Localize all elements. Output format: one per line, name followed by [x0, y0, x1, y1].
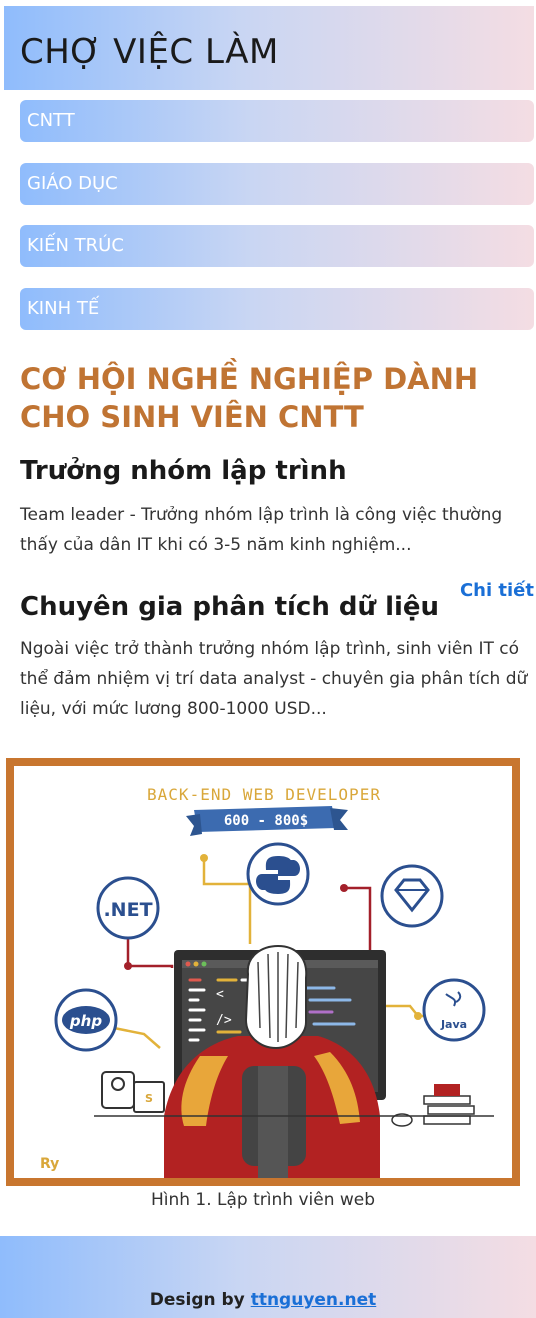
svg-text:<: < — [216, 987, 224, 1002]
nav-item-cntt[interactable]: CNTT — [20, 100, 534, 142]
figure-image: BACK-END WEB DEVELOPER 600 - 800$ .NET p… — [6, 758, 520, 1186]
nav-item-giao-duc[interactable]: GIÁO DỤC — [20, 163, 534, 205]
svg-text:php: php — [69, 1012, 102, 1030]
nav-item-kien-truc[interactable]: KIẾN TRÚC — [20, 225, 534, 267]
diamond-icon — [380, 864, 444, 928]
developer-illustration: BACK-END WEB DEVELOPER 600 - 800$ .NET p… — [40, 785, 494, 1178]
article-summary: Ngoài việc trở thành trưởng nhóm lập trì… — [20, 639, 528, 719]
svg-text:Java: Java — [440, 1018, 467, 1031]
article-summary: Team leader - Trưởng nhóm lập trình là c… — [20, 505, 503, 555]
dotnet-icon: .NET — [96, 876, 160, 940]
footer-prefix: Design by — [149, 1290, 245, 1310]
svg-text:S: S — [145, 1092, 153, 1105]
illustration-title: BACK-END WEB DEVELOPER — [147, 785, 381, 804]
site-title: CHỢ VIỆC LÀM — [20, 32, 279, 72]
python-icon — [246, 842, 310, 906]
article-title: Chuyên gia phân tích dữ liệu — [20, 592, 440, 622]
article-title: Trưởng nhóm lập trình — [20, 456, 347, 486]
site-header: CHỢ VIỆC LÀM — [4, 6, 534, 90]
php-icon: php — [54, 988, 118, 1052]
footer-credit: Design by ttnguyen.net — [0, 1290, 526, 1310]
illustration-salary: 600 - 800$ — [224, 813, 308, 829]
nav-item-kinh-te[interactable]: KINH TẾ — [20, 288, 534, 330]
section-headline: CƠ HỘI NGHỀ NGHIỆP DÀNH CHO SINH VIÊN CN… — [20, 362, 479, 434]
svg-text:/>: /> — [216, 1013, 232, 1028]
artist-signature: Ry — [40, 1156, 59, 1172]
footer-link[interactable]: ttnguyen.net — [251, 1290, 377, 1310]
detail-link[interactable]: Chi tiết — [460, 580, 534, 601]
site-footer: Design by ttnguyen.net — [0, 1236, 536, 1318]
figure-caption: Hình 1. Lập trình viên web — [150, 1190, 376, 1210]
java-icon: Java — [422, 978, 486, 1042]
svg-text:.NET: .NET — [103, 899, 152, 921]
